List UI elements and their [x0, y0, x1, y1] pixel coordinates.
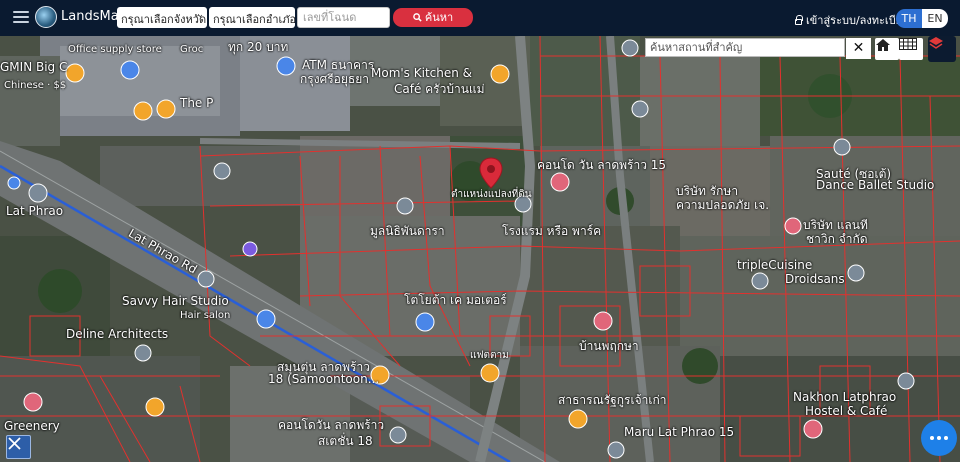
search-button[interactable]: ค้นหา	[393, 8, 473, 27]
map-label: tripleCuisine	[737, 258, 813, 272]
district-select-value: กรุณาเลือกอำเภอ	[213, 13, 295, 26]
lang-en-button[interactable]: EN	[922, 9, 948, 28]
search-button-label: ค้นหา	[424, 11, 454, 24]
map-label: Nakhon Latphrao	[793, 390, 897, 404]
map-label: โรงแรม หรือ พาร์ค	[502, 224, 602, 238]
map-label: คอนโด วัน ลาดพร้าว 15	[537, 158, 667, 172]
map-label: มูลนิธิพันดารา	[370, 224, 445, 238]
deed-number-input[interactable]	[297, 7, 390, 28]
landsmaps-logo[interactable]	[35, 6, 57, 28]
map-label: Office supply store	[68, 44, 162, 55]
province-select[interactable]: กรุณาเลือกจังหวัด ⌄	[117, 7, 207, 28]
tools-icon	[8, 437, 21, 450]
map-label: ทุก 20 บาท	[228, 40, 289, 54]
plot-position-label: ตำแหน่งแปลงที่ดิน	[451, 189, 532, 200]
chevron-down-icon: ⌄	[196, 10, 204, 20]
layers-button[interactable]	[928, 36, 956, 62]
satellite-map[interactable]: Office supply store Groc GMIN Big C Chin…	[0, 36, 960, 462]
map-label: Chinese · $$	[4, 80, 67, 91]
search-icon	[413, 13, 422, 22]
map-label: Lat Phrao	[6, 204, 64, 218]
grid-toggle-button[interactable]	[899, 38, 923, 60]
tools-button[interactable]	[6, 435, 31, 459]
map-label: Hair salon	[180, 310, 231, 321]
layers-icon	[929, 37, 943, 49]
map-label: บ้านพฤกษา	[579, 339, 639, 353]
home-icon	[876, 39, 890, 51]
lock-icon	[795, 15, 803, 25]
top-bar: LandsMaps กรุณาเลือกจังหวัด ⌄ กรุณาเลือก…	[0, 0, 960, 36]
map-label: Savvy Hair Studio	[122, 294, 229, 308]
chat-icon	[930, 436, 934, 440]
map-label: สาธารณรัฐกูรเจ้าเก่า	[558, 393, 667, 407]
grid-icon	[899, 38, 917, 50]
map-label: ชาวิก จำกัด	[806, 232, 868, 246]
map-label: Groc	[180, 44, 204, 55]
map-label: Café ครัวบ้านแม่	[394, 82, 485, 96]
province-select-value: กรุณาเลือกจังหวัด	[121, 13, 207, 26]
map-label: ความปลอดภัย เจ.	[676, 198, 770, 212]
login-link[interactable]: เข้าสู่ระบบ/ลงทะเบียน	[795, 11, 910, 29]
home-button[interactable]	[875, 38, 899, 60]
map-label: Greenery	[4, 419, 60, 433]
menu-icon[interactable]	[13, 11, 29, 25]
map-label: สเตชั่น 18	[318, 434, 373, 448]
map-label: Deline Architects	[66, 327, 169, 341]
map-label: Mom's Kitchen &	[371, 66, 473, 80]
map-label: แฟตตาม	[470, 350, 509, 361]
lang-th-button[interactable]: TH	[896, 9, 922, 28]
chevron-down-icon: ⌄	[284, 10, 292, 20]
map-label: สมุนตุ่น ลาดพร้าว	[277, 360, 370, 374]
close-icon[interactable]: ✕	[846, 38, 871, 59]
map-label: Droidsans	[785, 272, 845, 286]
map-label: กรุงศรีอยุธยา	[300, 72, 369, 86]
map-label: Dance Ballet Studio	[816, 178, 935, 192]
map-label: Hostel & Café	[805, 404, 888, 418]
map-label: The P	[180, 96, 214, 110]
chat-button[interactable]	[921, 420, 957, 456]
map-label: GMIN Big C	[0, 60, 68, 74]
place-search-input[interactable]	[645, 38, 845, 57]
map-label: โตโยต้า เค มอเตอร์	[404, 293, 507, 307]
map-label: Maru Lat Phrao 15	[624, 425, 735, 439]
login-label: เข้าสู่ระบบ/ลงทะเบียน	[806, 14, 910, 27]
district-select[interactable]: กรุณาเลือกอำเภอ ⌄	[209, 7, 295, 28]
